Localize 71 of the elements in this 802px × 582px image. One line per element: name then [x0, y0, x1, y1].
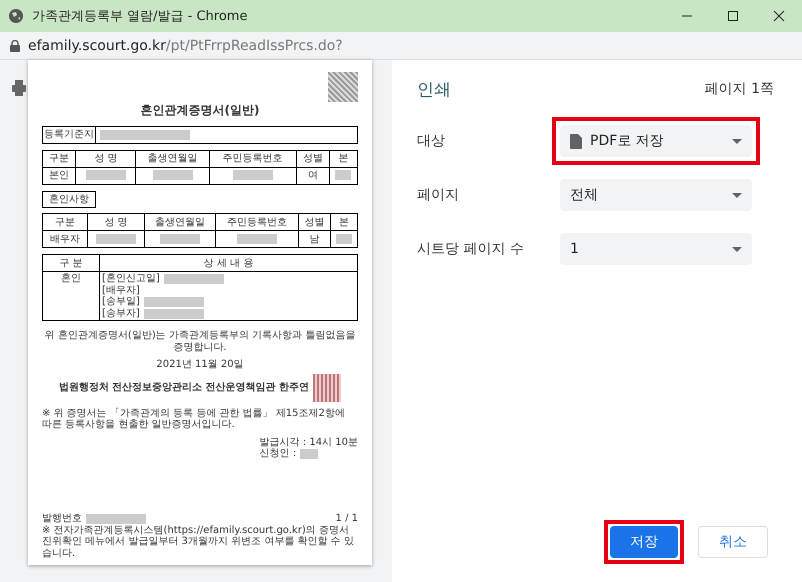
column-header: 구분	[42, 150, 76, 168]
table-cell: 여	[296, 167, 330, 184]
dropdown[interactable]: PDF로 저장	[560, 125, 752, 157]
note-text: ※ 위 증명서는 「가족관계의 등록 등에 관한 법률」 제15조제2항에 따른 등록사항을 현출한 일반증명서입니다.	[42, 408, 346, 431]
redacted-block	[96, 234, 136, 244]
column-header: 성별	[296, 150, 330, 168]
window-title: 가족관계등록부 열람/발급 - Chrome	[32, 8, 248, 25]
globe-icon	[8, 8, 24, 24]
redacted-block	[160, 234, 200, 244]
field-label: 등록기준지	[43, 126, 96, 143]
table-cell: 본인	[42, 167, 76, 184]
column-header: 주민등록번호	[215, 214, 299, 231]
serial-label: 발행번호	[42, 513, 82, 524]
dropdown[interactable]: 1	[560, 233, 752, 265]
table-cell: 혼인	[42, 272, 100, 321]
dropdown[interactable]: 전체	[560, 179, 752, 211]
column-header: 구분	[42, 214, 88, 231]
redacted-block	[232, 170, 273, 180]
redacted-block	[300, 449, 318, 460]
redacted-block	[336, 234, 352, 244]
setting-label: 대상	[417, 132, 446, 150]
page-number: 1 / 1	[336, 513, 358, 524]
redacted-block	[335, 170, 352, 180]
caret-icon	[732, 138, 742, 144]
column-header: 본	[329, 150, 358, 168]
redacted-block	[144, 297, 204, 308]
column-header: 출생연월일	[144, 214, 216, 231]
caret-icon	[732, 192, 742, 198]
redacted-block	[164, 274, 224, 284]
issue-time: 발급시각 : 14시 10분	[260, 436, 358, 448]
setting-label: 시트당 페이지 수	[417, 240, 525, 258]
document-title: 혼인관계증명서(일반)	[140, 104, 260, 118]
redacted-block	[144, 308, 204, 319]
column-header: 주민등록번호	[209, 150, 296, 168]
issuer-name: 법원행정처 전산정보중앙관리소 전산운영책임관 한주연	[58, 382, 310, 394]
print-title: 인쇄	[417, 78, 451, 100]
redacted-block	[236, 234, 277, 244]
close-icon[interactable]	[773, 10, 785, 22]
url-host: efamily.scourt.go.kr	[28, 38, 166, 54]
section-label: 혼인사항	[42, 190, 96, 208]
detail-label: [혼인신고일]	[102, 273, 160, 285]
footer-note: ※ 전자가족관계등록시스템(https://efamily.scourt.go.kr)의 증명서 진위확인 메뉴에서 발급일부터 3개월까지 위변조 여부를 확인할 수 있습니다.	[42, 524, 355, 559]
detail-label: [송부자]	[102, 308, 140, 320]
redacted-block	[152, 170, 193, 180]
column-header: 본	[330, 214, 358, 231]
seal-stamp	[313, 374, 342, 402]
url-path: /pt/PtFrrpReadIssPrcs.do?	[166, 38, 343, 54]
column-header: 구 분	[42, 254, 100, 272]
qr-code-icon	[328, 72, 358, 102]
column-header: 성 명	[76, 150, 136, 168]
column-header: 출생연월일	[136, 150, 210, 168]
document-icon	[570, 134, 582, 148]
detail-label: [배우자]	[102, 284, 140, 296]
redacted-block	[86, 170, 126, 180]
page-count: 페이지 1쪽	[704, 80, 774, 98]
lock-icon	[10, 40, 20, 52]
table-cell: 남	[298, 230, 331, 248]
certification-text: 위 혼인관계증명서(일반)는 가족관계등록부의 기록사항과 틀림없음을 증명합니다.	[44, 330, 356, 354]
setting-label: 페이지	[417, 186, 460, 204]
caret-icon	[732, 246, 742, 252]
redacted-block	[86, 514, 146, 524]
detail-label: [송부일]	[102, 296, 140, 308]
save-button[interactable]: 저장	[610, 526, 678, 558]
column-header: 성 명	[87, 214, 145, 231]
applicant-label: 신청인 :	[260, 448, 296, 460]
column-header: 상 세 내 용	[100, 254, 358, 272]
maximize-icon[interactable]	[727, 10, 739, 22]
table-cell: 배우자	[42, 230, 88, 248]
issue-date: 2021년 11월 20일	[155, 359, 245, 371]
cancel-button[interactable]: 취소	[698, 526, 768, 558]
column-header: 성별	[298, 214, 331, 231]
